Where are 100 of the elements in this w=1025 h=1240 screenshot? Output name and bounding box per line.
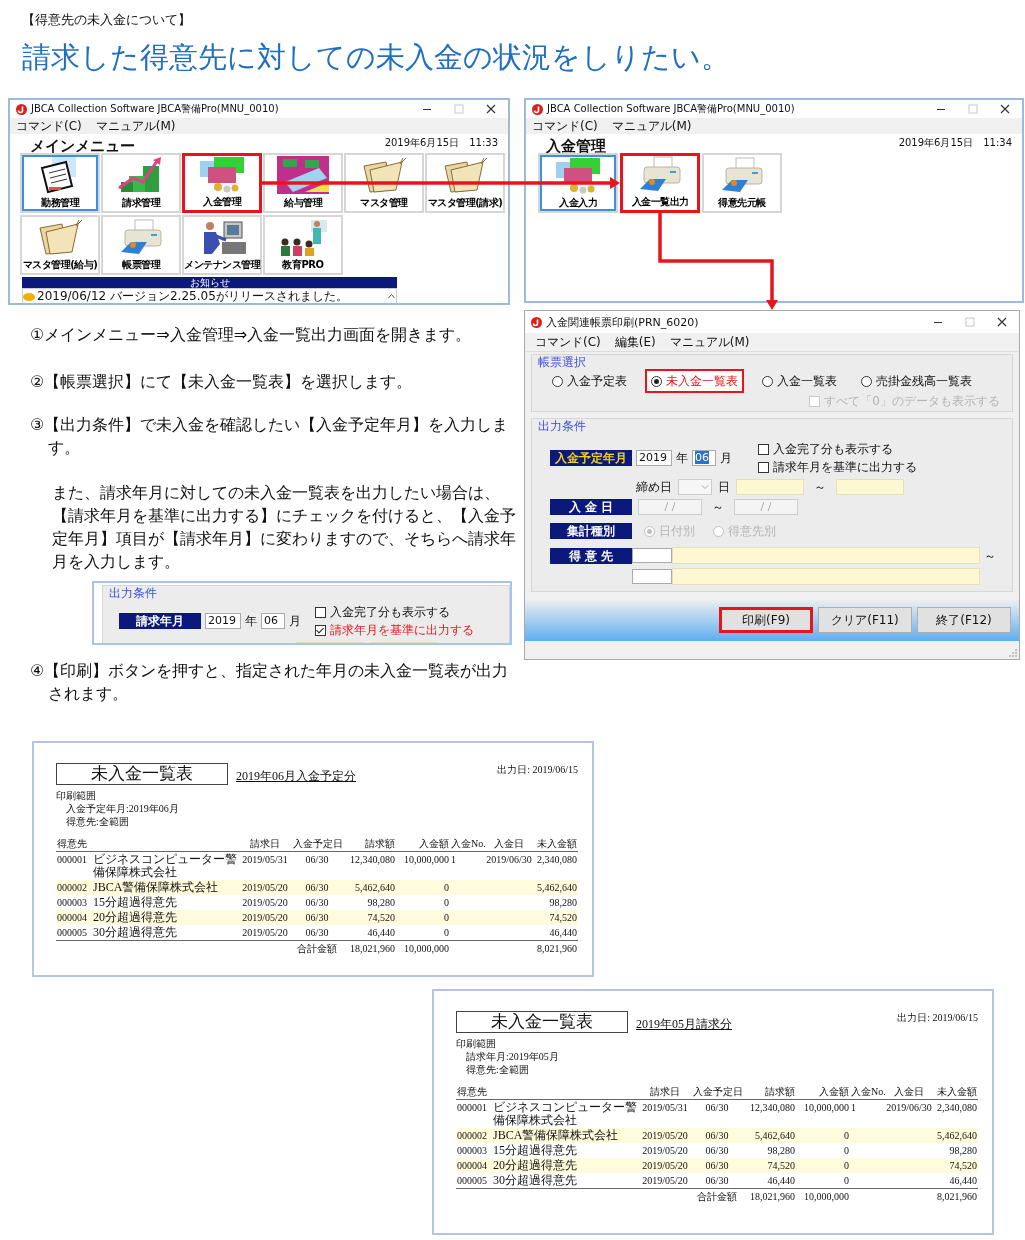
code-field[interactable]	[632, 548, 672, 563]
close-icon[interactable]	[486, 104, 496, 114]
checkbox[interactable]	[758, 443, 769, 455]
table-cell-text: 10,000,000	[403, 853, 450, 866]
menu-tile[interactable]: マスタ管理(請求)	[425, 153, 505, 213]
checkbox[interactable]	[315, 606, 326, 618]
scroll-up-icon[interactable]	[387, 292, 396, 301]
menu-tile[interactable]: 入金入力	[538, 153, 618, 213]
menu-item[interactable]: マニュアル(M)	[611, 117, 692, 135]
menu-tile[interactable]: メンテナンス管理	[182, 215, 262, 275]
table-cell-text: 46,440	[948, 1174, 978, 1187]
column-header: 未入金額	[536, 837, 578, 850]
app-icon	[532, 103, 543, 115]
menu-tile[interactable]: 入金一覧出力	[620, 153, 700, 213]
table-cell-text: 2019/05/31	[241, 853, 289, 866]
table-cell-text: 06/30	[304, 853, 330, 866]
radio-button[interactable]	[861, 375, 872, 387]
menu-item[interactable]: マニュアル(M)	[95, 117, 176, 135]
menu-item[interactable]: コマンド(C)	[532, 117, 598, 135]
table-cell-text: 0	[843, 1144, 850, 1157]
menu-tile[interactable]: 請求管理	[101, 153, 181, 213]
menu-item[interactable]: コマンド(C)	[16, 117, 82, 135]
radio-label: 入金一覧表	[777, 373, 837, 389]
table-cell-text: 06/30	[704, 1101, 730, 1114]
input-field[interactable]	[736, 479, 804, 495]
table-cell-text: 12,340,080	[749, 1101, 796, 1114]
table-cell-text: 000001	[56, 853, 88, 866]
close-icon[interactable]	[997, 317, 1007, 327]
table-cell-text: 06/30	[304, 881, 330, 894]
unit-label: 月	[720, 450, 732, 466]
table-cell-text: 2019/05/20	[241, 881, 289, 894]
section-label: 【得意先の未入金について】	[22, 12, 192, 28]
unit-label: 年	[676, 450, 688, 466]
menu-tile[interactable]: 得意先元帳	[702, 153, 782, 213]
table-cell: 8,021,960	[536, 942, 578, 955]
month-field[interactable]: 06	[261, 613, 285, 629]
close-icon[interactable]	[1000, 104, 1010, 114]
table-cell-text: 2019/05/20	[641, 1159, 689, 1172]
table-cell-text: 98,280	[548, 896, 578, 909]
year-field[interactable]: 2019	[205, 613, 241, 629]
unit-label: 日	[718, 479, 730, 495]
radio-button[interactable]	[651, 375, 662, 387]
resize-grip-icon[interactable]	[1009, 649, 1017, 657]
range-text: 得意先:全範囲	[65, 815, 130, 828]
table-cell-text: 2019/05/20	[241, 896, 289, 909]
table-cell-text: 000003	[56, 896, 88, 909]
checkbox[interactable]	[315, 624, 326, 636]
table-cell-text: 98,280	[948, 1144, 978, 1157]
radio-button[interactable]	[762, 375, 773, 387]
table-cell-text: 06/30	[704, 1174, 730, 1187]
menu-tile[interactable]: 勤務管理	[20, 153, 100, 213]
table-cell-text: 0	[843, 1159, 850, 1172]
table-cell-text: 74,520	[366, 911, 396, 924]
table-cell-text: 06/30	[704, 1144, 730, 1157]
radio-button[interactable]	[552, 375, 563, 387]
instruction-text: ③【出力条件】で未入金を確認したい【入金予定年月】を入力します。	[30, 414, 510, 459]
input-field[interactable]	[836, 479, 904, 495]
menu-item[interactable]: 編集(E)	[614, 333, 656, 351]
table-cell-text: 20分超過得意先	[92, 911, 178, 924]
input-field[interactable]	[672, 568, 980, 585]
code-field[interactable]	[632, 569, 672, 584]
menu-tile[interactable]: マスタ管理	[344, 153, 424, 213]
dialog-button[interactable]: 印刷(F9)	[719, 607, 813, 633]
table-cell-text: 46,440	[766, 1174, 796, 1187]
window-title: JBCA Collection Software JBCA警備Pro(MNU_0010)	[547, 102, 795, 116]
year-field[interactable]: 2019	[636, 450, 672, 466]
menu-tile[interactable]: 給与管理	[263, 153, 343, 213]
group-legend: 出力条件	[538, 419, 1006, 433]
window-title: 入金関連帳票印刷(PRN_6020)	[546, 314, 699, 330]
checkbox[interactable]	[758, 461, 769, 473]
table-cell-text: 30分超過得意先	[92, 926, 178, 939]
column-header: 入金額	[818, 1085, 850, 1098]
menu-tile[interactable]: 入金管理	[182, 153, 262, 213]
table-cell-text: 15分超過得意先	[492, 1144, 578, 1157]
table-cell-text: 2019/05/20	[641, 1174, 689, 1187]
menu-item[interactable]: コマンド(C)	[535, 333, 601, 351]
menu-tile[interactable]: マスタ管理(給与)	[20, 215, 100, 275]
dialog-button[interactable]: クリア(F11)	[818, 607, 912, 633]
dialog-button[interactable]: 終了(F12)	[917, 607, 1011, 633]
field-label: 請求年月	[119, 613, 201, 629]
menu-tile[interactable]: 帳票管理	[101, 215, 181, 275]
notice-text: 2019/06/12 バージョン2.25.05がリリースされました。	[37, 289, 348, 303]
menu-tile[interactable]: 教育PRO	[263, 215, 343, 275]
table-cell-text: 2019/05/20	[641, 1144, 689, 1157]
table-cell-text: 06/30	[304, 896, 330, 909]
checkbox-label: 請求年月を基準に出力する	[330, 622, 474, 638]
group-legend: 出力条件	[109, 586, 509, 600]
range-heading: 印刷範囲	[56, 789, 97, 802]
instruction-text: ④【印刷】ボタンを押すと、指定された年月の未入金一覧表が出力されます。	[30, 660, 510, 705]
menu-item[interactable]: マニュアル(M)	[669, 333, 750, 351]
table-cell: 5,462,640	[936, 1129, 978, 1142]
table-cell-text: 0	[443, 881, 450, 894]
input-field[interactable]	[672, 547, 980, 564]
table-cell-text: 06/30	[704, 1159, 730, 1172]
table-cell: 2,340,080	[936, 1101, 978, 1114]
table-cell-text: 18,021,960	[349, 942, 396, 955]
table-cell: ビジネスコンピューター警備保障株式会社	[92, 853, 238, 879]
table-cell-text: 74,520	[948, 1159, 978, 1172]
table-cell-text: 06/30	[304, 911, 330, 924]
month-field[interactable]: 06	[692, 450, 716, 466]
